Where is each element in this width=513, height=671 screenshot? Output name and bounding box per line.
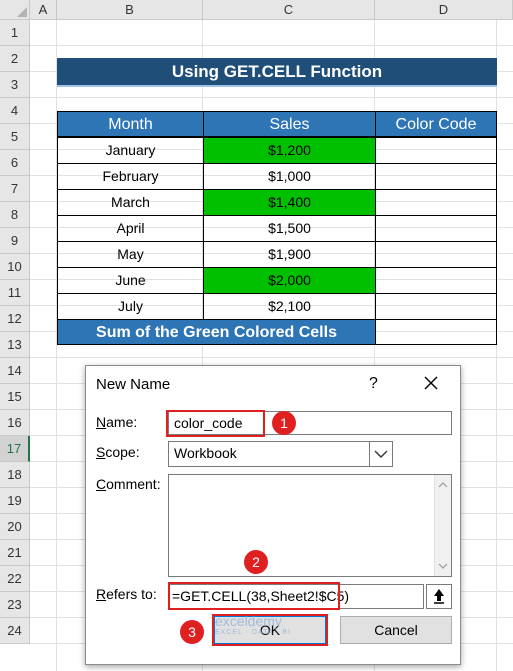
row-header-5[interactable]: 5 (0, 124, 30, 150)
name-label: Name: (96, 414, 138, 430)
month-cell[interactable]: March (57, 189, 204, 216)
exceldemy-watermark: exceldemy EXCEL · DATA · BI (215, 613, 291, 636)
row-header-21[interactable]: 21 (0, 540, 30, 566)
row-header-8[interactable]: 8 (0, 202, 30, 228)
row-header-2[interactable]: 2 (0, 46, 30, 72)
row-header-6[interactable]: 6 (0, 150, 30, 176)
row-header-9[interactable]: 9 (0, 228, 30, 254)
chevron-down-icon (374, 450, 388, 458)
row-header-15[interactable]: 15 (0, 384, 30, 410)
comment-scrollbar[interactable] (434, 475, 451, 576)
close-icon (424, 376, 438, 390)
column-header-a[interactable]: A (30, 0, 57, 20)
header-month[interactable]: Month (57, 111, 204, 137)
row-header-20[interactable]: 20 (0, 514, 30, 540)
callout-1: 1 (272, 411, 296, 435)
refers-to-highlight-box (168, 582, 340, 610)
sales-cell[interactable]: $1,000 (203, 163, 376, 190)
sales-cell[interactable]: $2,000 (203, 267, 376, 294)
color-code-cell[interactable] (375, 163, 497, 190)
refers-to-label: Refers to: (96, 586, 157, 602)
sum-value-cell[interactable] (375, 319, 497, 345)
month-cell[interactable]: July (57, 293, 204, 320)
header-color-code[interactable]: Color Code (375, 111, 497, 137)
column-header-b[interactable]: B (57, 0, 203, 20)
color-code-cell[interactable] (375, 267, 497, 294)
collapse-arrow-icon (434, 589, 444, 604)
color-code-cell[interactable] (375, 137, 497, 164)
month-cell[interactable]: February (57, 163, 204, 190)
select-all-corner[interactable] (0, 0, 30, 20)
scroll-up-icon (438, 482, 448, 488)
row-header-23[interactable]: 23 (0, 592, 30, 618)
sum-label-cell[interactable]: Sum of the Green Colored Cells (57, 319, 376, 345)
comment-textarea[interactable] (168, 474, 452, 577)
help-button[interactable]: ? (369, 375, 378, 393)
color-code-cell[interactable] (375, 215, 497, 242)
scope-label: Scope: (96, 444, 140, 460)
scope-select[interactable]: Workbook (168, 441, 393, 467)
row-header-17[interactable]: 17 (0, 436, 30, 462)
row-header-14[interactable]: 14 (0, 358, 30, 384)
row-header-4[interactable]: 4 (0, 98, 30, 124)
sales-cell[interactable]: $1,900 (203, 241, 376, 268)
row-header-3[interactable]: 3 (0, 72, 30, 98)
row-header-10[interactable]: 10 (0, 254, 30, 280)
name-highlight-box (166, 410, 265, 437)
month-cell[interactable]: April (57, 215, 204, 242)
row-header-18[interactable]: 18 (0, 462, 30, 488)
sales-cell[interactable]: $1,500 (203, 215, 376, 242)
row-header-7[interactable]: 7 (0, 176, 30, 202)
month-cell[interactable]: June (57, 267, 204, 294)
header-sales[interactable]: Sales (203, 111, 376, 137)
row-header-1[interactable]: 1 (0, 20, 30, 46)
cancel-button[interactable]: Cancel (340, 616, 452, 644)
callout-3: 3 (180, 620, 204, 644)
callout-2: 2 (244, 550, 268, 574)
row-header-19[interactable]: 19 (0, 488, 30, 514)
title-underline (57, 85, 497, 87)
close-button[interactable] (416, 370, 446, 396)
sales-cell[interactable]: $1,200 (203, 137, 376, 164)
row-header-11[interactable]: 11 (0, 280, 30, 306)
dialog-title: New Name (96, 376, 171, 393)
color-code-cell[interactable] (375, 189, 497, 216)
sales-cell[interactable]: $1,400 (203, 189, 376, 216)
sales-cell[interactable]: $2,100 (203, 293, 376, 320)
sheet-title: Using GET.CELL Function (57, 58, 497, 85)
comment-label: Comment: (96, 476, 161, 492)
row-header-22[interactable]: 22 (0, 566, 30, 592)
row-header-16[interactable]: 16 (0, 410, 30, 436)
scroll-down-icon (438, 563, 448, 569)
scope-dropdown-button[interactable] (369, 441, 393, 467)
month-cell[interactable]: May (57, 241, 204, 268)
column-header-d[interactable]: D (375, 0, 513, 20)
column-header-c[interactable]: C (203, 0, 375, 20)
row-header-24[interactable]: 24 (0, 618, 30, 644)
row-header-12[interactable]: 12 (0, 306, 30, 332)
collapse-dialog-button[interactable] (426, 584, 452, 609)
color-code-cell[interactable] (375, 293, 497, 320)
month-cell[interactable]: January (57, 137, 204, 164)
row-header-13[interactable]: 13 (0, 332, 30, 358)
color-code-cell[interactable] (375, 241, 497, 268)
